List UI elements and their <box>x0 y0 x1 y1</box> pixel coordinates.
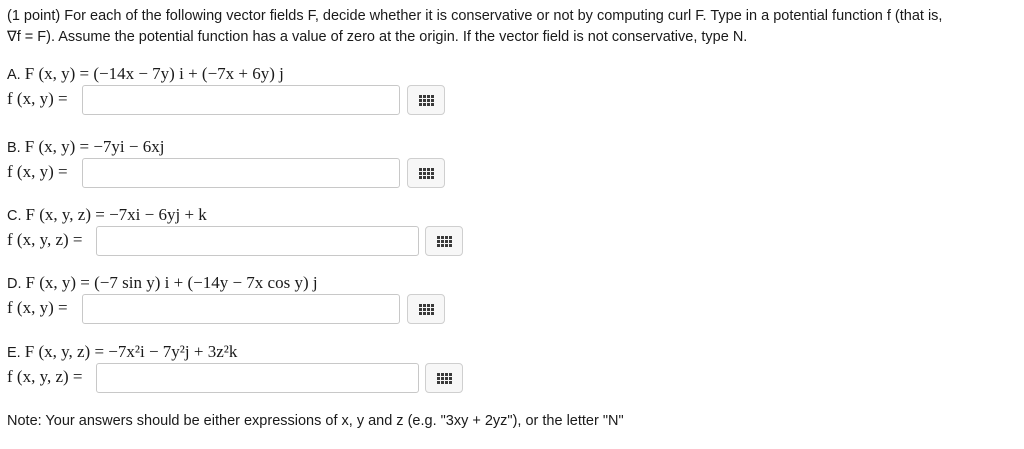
part-c-answer-row: f (x, y, z) = <box>7 226 463 260</box>
part-b: B. F (x, y) = −7yi − 6xj f (x, y) = <box>7 136 445 192</box>
part-a-math-keypad-button[interactable] <box>407 85 445 115</box>
answer-format-note: Note: Your answers should be either expr… <box>7 413 624 429</box>
part-e-math-keypad-button[interactable] <box>425 363 463 393</box>
intro-line-2: ∇f = F). Assume the potential function h… <box>7 29 748 45</box>
part-d-answer-row: f (x, y) = <box>7 294 445 328</box>
part-d-math-keypad-button[interactable] <box>407 294 445 324</box>
part-d-field: D. F (x, y) = (−7 sin y) i + (−14y − 7x … <box>7 273 318 292</box>
keypad-grid-icon <box>436 372 452 384</box>
part-c-answer-input[interactable] <box>96 226 419 256</box>
part-b-answer-row: f (x, y) = <box>7 158 445 192</box>
part-a-answer-row: f (x, y) = <box>7 85 445 119</box>
part-b-field: B. F (x, y) = −7yi − 6xj <box>7 137 165 156</box>
part-c-potential-label: f (x, y, z) = <box>7 230 83 249</box>
keypad-grid-icon <box>418 167 434 179</box>
part-a-answer-input[interactable] <box>82 85 400 115</box>
problem-intro: (1 point) For each of the following vect… <box>7 6 1019 48</box>
part-b-answer-input[interactable] <box>82 158 400 188</box>
part-e-answer-input[interactable] <box>96 363 419 393</box>
part-a-potential-label: f (x, y) = <box>7 89 68 108</box>
keypad-grid-icon <box>418 303 434 315</box>
part-e-potential-label: f (x, y, z) = <box>7 367 83 386</box>
part-c-math-keypad-button[interactable] <box>425 226 463 256</box>
intro-line-1: (1 point) For each of the following vect… <box>7 8 943 24</box>
part-d-answer-input[interactable] <box>82 294 400 324</box>
part-c: C. F (x, y, z) = −7xi − 6yj + k f (x, y,… <box>7 204 463 260</box>
part-e: E. F (x, y, z) = −7x²i − 7y²j + 3z²k f (… <box>7 341 463 397</box>
part-a: A. F (x, y) = (−14x − 7y) i + (−7x + 6y)… <box>7 63 445 119</box>
part-b-math-keypad-button[interactable] <box>407 158 445 188</box>
keypad-grid-icon <box>436 235 452 247</box>
part-c-field: C. F (x, y, z) = −7xi − 6yj + k <box>7 205 207 224</box>
part-b-potential-label: f (x, y) = <box>7 162 68 181</box>
part-a-field: A. F (x, y) = (−14x − 7y) i + (−7x + 6y)… <box>7 64 284 83</box>
part-d: D. F (x, y) = (−7 sin y) i + (−14y − 7x … <box>7 272 445 328</box>
part-d-potential-label: f (x, y) = <box>7 298 68 317</box>
part-e-field: E. F (x, y, z) = −7x²i − 7y²j + 3z²k <box>7 342 238 361</box>
keypad-grid-icon <box>418 94 434 106</box>
part-e-answer-row: f (x, y, z) = <box>7 363 463 397</box>
problem-content: (1 point) For each of the following vect… <box>7 6 1019 429</box>
